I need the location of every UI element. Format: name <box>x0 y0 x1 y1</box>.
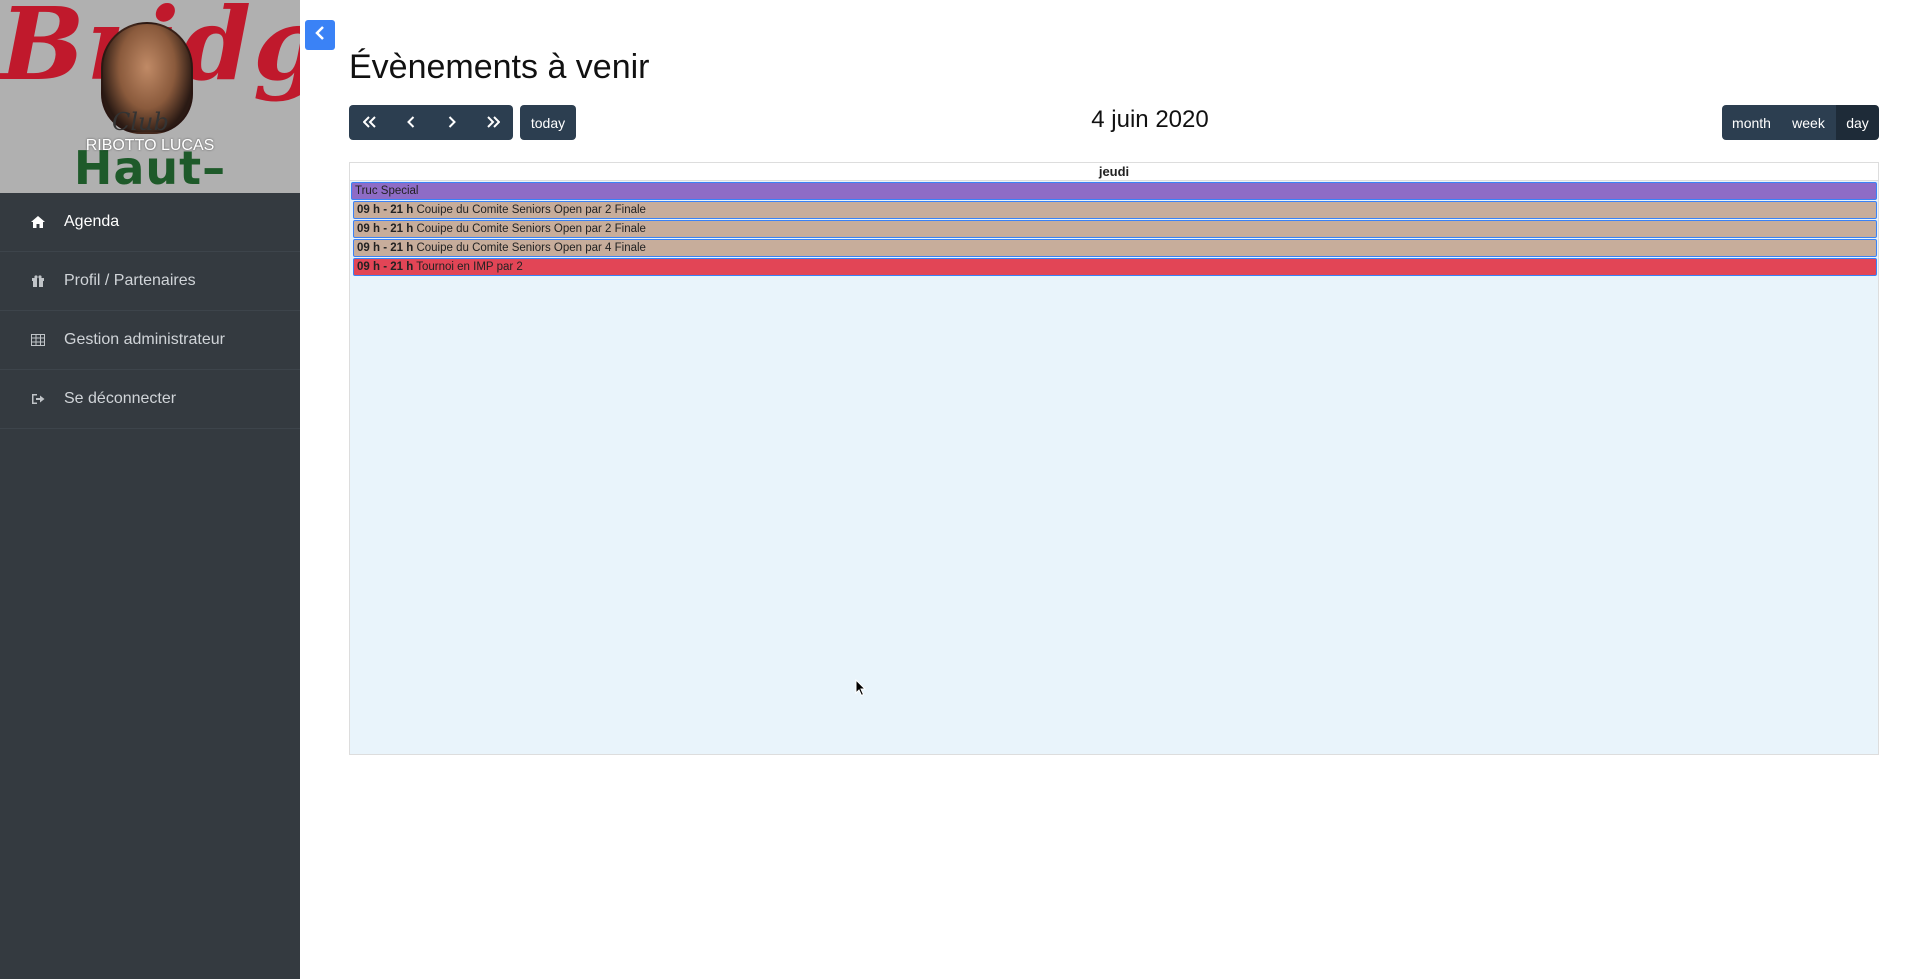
sign-out-icon <box>30 392 46 406</box>
calendar-event[interactable]: 09 h - 21 h Tournoi en IMP par 2 <box>353 258 1877 276</box>
sidebar-item-logout[interactable]: Se déconnecter <box>0 370 300 429</box>
table-icon <box>30 333 46 347</box>
home-icon <box>30 215 46 229</box>
sidebar-item-profil[interactable]: Profil / Partenaires <box>0 252 300 311</box>
sidebar-item-label: Agenda <box>64 213 120 230</box>
sidebar-item-label: Gestion administrateur <box>64 331 225 348</box>
chevron-left-icon <box>315 25 325 45</box>
calendar-date-title: 4 juin 2020 <box>1091 106 1209 133</box>
sidebar-item-label: Se déconnecter <box>64 390 177 407</box>
sidebar-toggle-button[interactable] <box>305 20 335 50</box>
calendar-event[interactable]: 09 h - 21 h Couipe du Comite Seniors Ope… <box>353 201 1877 219</box>
event-title: Couipe du Comite Seniors Open par 2 Fina… <box>416 223 646 235</box>
month-view-button[interactable]: month <box>1722 105 1781 140</box>
brand-logo-club: Club <box>112 108 169 136</box>
mouse-cursor-icon <box>855 678 867 702</box>
user-name: RIBOTTO LUCAS <box>85 137 215 154</box>
double-chevron-right-icon <box>486 115 500 131</box>
page-title: Évènements à venir <box>349 48 650 86</box>
prev-button[interactable] <box>390 105 431 140</box>
sidebar: Bridge Club Haut–Poitou RIBOTTO LUCAS Ag… <box>0 0 300 979</box>
calendar-event[interactable]: Truc Special <box>351 182 1877 200</box>
event-list: Truc Special 09 h - 21 h Couipe du Comite… <box>350 182 1878 276</box>
sidebar-item-label: Profil / Partenaires <box>64 272 196 289</box>
event-time: 09 h - 21 h <box>357 261 414 273</box>
calendar-nav-group <box>349 105 513 140</box>
event-time: 09 h - 21 h <box>357 242 414 254</box>
day-header: jeudi <box>350 163 1878 181</box>
next-year-button[interactable] <box>472 105 513 140</box>
today-group: today <box>520 105 576 140</box>
event-time: 09 h - 21 h <box>357 204 414 216</box>
week-view-button[interactable]: week <box>1781 105 1836 140</box>
double-chevron-left-icon <box>362 115 377 131</box>
today-button[interactable]: today <box>520 105 576 140</box>
sidebar-item-agenda[interactable]: Agenda <box>0 193 300 252</box>
prev-year-button[interactable] <box>349 105 390 140</box>
day-view-button[interactable]: day <box>1836 105 1879 140</box>
chevron-left-icon <box>406 115 415 131</box>
calendar-day-view: jeudi Truc Special 09 h - 21 h Couipe du … <box>349 162 1879 755</box>
gift-icon <box>30 274 46 288</box>
view-switcher: month week day <box>1722 105 1879 140</box>
sidebar-nav: Agenda Profil / Partenaires Gestion admi… <box>0 193 300 429</box>
chevron-right-icon <box>448 115 456 131</box>
event-title: Truc Special <box>355 185 419 197</box>
event-time: 09 h - 21 h <box>357 223 414 235</box>
next-button[interactable] <box>431 105 472 140</box>
calendar-event[interactable]: 09 h - 21 h Couipe du Comite Seniors Ope… <box>353 220 1877 238</box>
brand-header: Bridge Club Haut–Poitou RIBOTTO LUCAS <box>0 0 300 193</box>
event-title: Couipe du Comite Seniors Open par 4 Fina… <box>416 242 646 254</box>
event-title: Couipe du Comite Seniors Open par 2 Fina… <box>416 204 646 216</box>
sidebar-item-gestion[interactable]: Gestion administrateur <box>0 311 300 370</box>
calendar-event[interactable]: 09 h - 21 h Couipe du Comite Seniors Ope… <box>353 239 1877 257</box>
event-title: Tournoi en IMP par 2 <box>416 261 523 273</box>
